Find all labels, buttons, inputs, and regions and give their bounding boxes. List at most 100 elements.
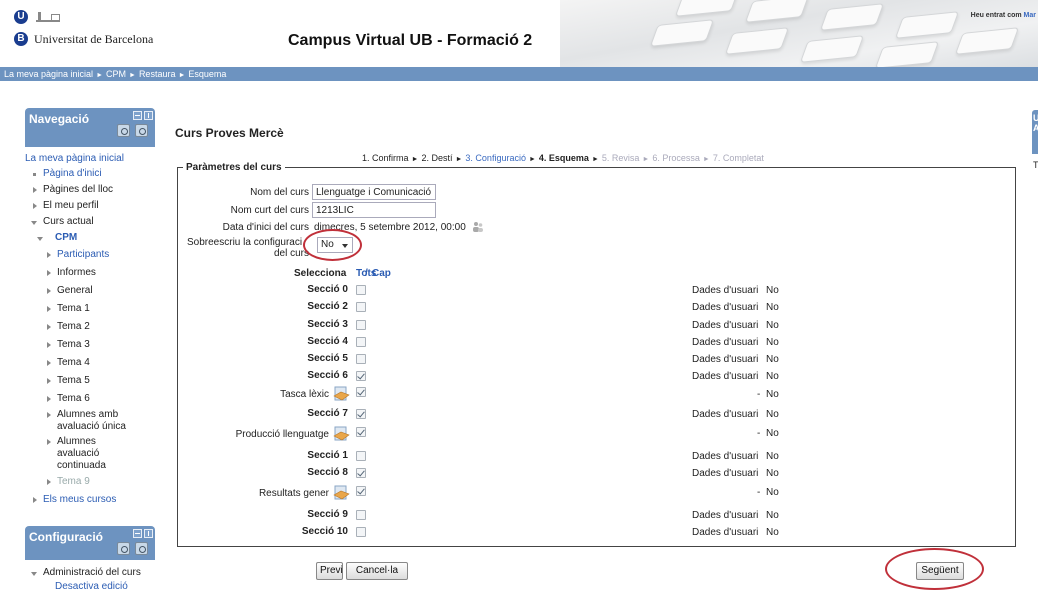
section-include-checkbox[interactable] — [356, 302, 366, 312]
dock-block-icon[interactable] — [144, 111, 153, 120]
collapse-arrow-icon[interactable] — [31, 572, 37, 576]
breadcrumb-home[interactable]: La meva pàgina inicial — [4, 69, 93, 79]
nav-continuous-assessment-line3[interactable]: continuada — [57, 460, 106, 471]
expand-arrow-icon[interactable] — [47, 342, 51, 348]
user-data-value: No — [766, 354, 779, 365]
section-label: Secció 10 — [301, 526, 348, 537]
user-data-value: No — [766, 527, 779, 538]
block-move-icon[interactable] — [135, 124, 148, 137]
step-schema-current: 4. Esquema — [538, 153, 589, 163]
bullet-icon — [33, 173, 36, 176]
user-data-value: No — [766, 371, 779, 382]
nav-participants[interactable]: Participants — [57, 249, 109, 260]
section-include-checkbox[interactable] — [356, 354, 366, 364]
expand-arrow-icon[interactable] — [47, 439, 51, 445]
step-destination: 2. Destí — [421, 153, 453, 163]
expand-arrow-icon[interactable] — [47, 324, 51, 330]
activity-label: Tasca lèxic — [280, 389, 329, 400]
expand-arrow-icon[interactable] — [47, 412, 51, 418]
user-data-value: No — [766, 389, 779, 400]
section-include-checkbox[interactable] — [356, 285, 366, 295]
logo-emblem — [36, 12, 60, 22]
nav-site-pages[interactable]: Pàgines del lloc — [43, 184, 113, 195]
nav-topic-1[interactable]: Tema 1 — [57, 303, 90, 314]
nav-continuous-assessment-line2[interactable]: avaluació — [57, 448, 99, 459]
block-settings-icon[interactable] — [117, 124, 130, 137]
nav-topic-6[interactable]: Tema 6 — [57, 393, 90, 404]
expand-arrow-icon[interactable] — [47, 288, 51, 294]
hide-block-icon[interactable] — [133, 111, 142, 120]
expand-arrow-icon[interactable] — [47, 479, 51, 485]
dock-block-icon[interactable] — [144, 529, 153, 538]
navigation-block-title: Navegació — [29, 112, 90, 126]
step-arrow: ► — [455, 156, 463, 163]
block-settings-icon[interactable] — [117, 542, 130, 555]
user-data-label: Dades d'usuari — [692, 354, 759, 365]
expand-arrow-icon[interactable] — [47, 378, 51, 384]
short-name-input[interactable] — [312, 202, 436, 218]
previous-button[interactable]: Previ — [316, 562, 343, 580]
section-label: Secció 4 — [307, 336, 348, 347]
collapse-arrow-icon[interactable] — [31, 221, 37, 225]
disable-editing-link[interactable]: Desactiva edició — [55, 581, 128, 592]
block-move-icon[interactable] — [135, 542, 148, 555]
breadcrumb-separator: ► — [96, 72, 103, 79]
nav-home-link[interactable]: La meva pàgina inicial — [25, 153, 124, 164]
course-name-input[interactable] — [312, 184, 436, 200]
expand-arrow-icon[interactable] — [33, 187, 37, 193]
section-label: Secció 1 — [307, 450, 348, 461]
section-include-checkbox[interactable] — [356, 409, 366, 419]
cancel-button[interactable]: Cancel·la — [346, 562, 408, 580]
university-logo[interactable]: U B Universitat de Barcelona — [14, 8, 174, 63]
nav-site-home[interactable]: Pàgina d'inici — [43, 168, 102, 179]
user-data-label: Dades d'usuari — [692, 510, 759, 521]
nav-single-assessment[interactable]: Alumnes amb — [57, 409, 118, 420]
section-include-checkbox[interactable] — [356, 337, 366, 347]
hide-block-icon[interactable] — [133, 529, 142, 538]
user-data-label: Dades d'usuari — [692, 468, 759, 479]
section-include-checkbox[interactable] — [356, 451, 366, 461]
user-data-value: No — [766, 337, 779, 348]
nav-course-cpm[interactable]: CPM — [55, 232, 77, 243]
activity-include-checkbox[interactable] — [356, 427, 366, 437]
collapse-arrow-icon[interactable] — [37, 237, 43, 241]
course-administration[interactable]: Administració del curs — [43, 567, 141, 578]
section-include-checkbox[interactable] — [356, 510, 366, 520]
expand-arrow-icon[interactable] — [33, 497, 37, 503]
nav-general[interactable]: General — [57, 285, 93, 296]
section-include-checkbox[interactable] — [356, 468, 366, 478]
expand-arrow-icon[interactable] — [47, 270, 51, 276]
breadcrumb-course[interactable]: CPM — [106, 69, 126, 79]
step-arrow: ► — [411, 156, 419, 163]
expand-arrow-icon[interactable] — [47, 306, 51, 312]
nav-topic-3[interactable]: Tema 3 — [57, 339, 90, 350]
activity-include-checkbox[interactable] — [356, 387, 366, 397]
step-settings-link[interactable]: 3. Configuració — [465, 153, 526, 163]
logo-b-mark: B — [14, 32, 28, 46]
nav-topic-2[interactable]: Tema 2 — [57, 321, 90, 332]
step-process: 6. Processa — [652, 153, 700, 163]
nav-topic-4[interactable]: Tema 4 — [57, 357, 90, 368]
user-data-dash: - — [757, 389, 761, 400]
activity-include-checkbox[interactable] — [356, 486, 366, 496]
breadcrumb-restore[interactable]: Restaura — [139, 69, 176, 79]
expand-arrow-icon[interactable] — [47, 396, 51, 402]
nav-current-course[interactable]: Curs actual — [43, 216, 94, 227]
nav-topic-5[interactable]: Tema 5 — [57, 375, 90, 386]
nav-my-courses[interactable]: Els meus cursos — [43, 494, 116, 505]
section-include-checkbox[interactable] — [356, 527, 366, 537]
nav-reports[interactable]: Informes — [57, 267, 96, 278]
section-label: Secció 2 — [307, 301, 348, 312]
expand-arrow-icon[interactable] — [47, 252, 51, 258]
nav-topic-9[interactable]: Tema 9 — [57, 476, 90, 487]
expand-arrow-icon[interactable] — [33, 203, 37, 209]
assignment-icon — [333, 386, 350, 401]
nav-single-assessment-line2[interactable]: avaluació única — [57, 421, 126, 432]
select-none-link[interactable]: Cap — [372, 268, 391, 279]
login-user-link[interactable]: Mar — [1024, 12, 1036, 19]
nav-my-profile[interactable]: El meu perfil — [43, 200, 99, 211]
section-include-checkbox[interactable] — [356, 371, 366, 381]
expand-arrow-icon[interactable] — [47, 360, 51, 366]
nav-continuous-assessment[interactable]: Alumnes — [57, 436, 96, 447]
section-include-checkbox[interactable] — [356, 320, 366, 330]
